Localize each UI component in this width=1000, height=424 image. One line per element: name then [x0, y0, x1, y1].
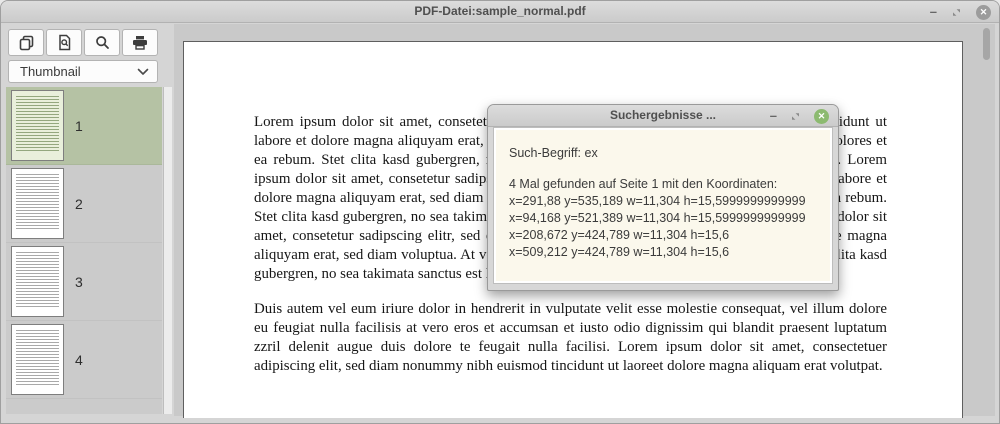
window-title: PDF-Datei:sample_normal.pdf [1, 4, 999, 18]
page-thumbnail-image [11, 168, 64, 239]
page-number: 1 [75, 118, 83, 134]
thumbnail-page-2[interactable]: 2 [6, 165, 162, 243]
search-results-dialog: Suchergebnisse ... – ✕ Such-Begriff: ex … [487, 104, 839, 291]
view-mode-dropdown[interactable]: Thumbnail [8, 60, 158, 83]
page-number: 2 [75, 196, 83, 212]
minimize-icon[interactable]: – [930, 1, 937, 23]
page-thumbnail-image [11, 324, 64, 395]
page-thumbnail-image [11, 90, 64, 161]
result-line: x=94,168 y=521,389 w=11,304 h=15,5999999… [509, 210, 830, 227]
document-scrollbar[interactable] [983, 28, 990, 60]
page-number: 4 [75, 352, 83, 368]
copy-pages-button[interactable] [8, 29, 44, 56]
toolbar [8, 29, 158, 56]
dialog-restore-icon[interactable] [790, 111, 801, 122]
close-icon[interactable]: ✕ [976, 5, 991, 20]
search-icon [94, 34, 111, 51]
thumbnail-page-4[interactable]: 4 [6, 321, 162, 399]
page-number: 3 [75, 274, 83, 290]
search-button[interactable] [84, 29, 120, 56]
view-mode-label: Thumbnail [20, 64, 137, 79]
thumbnail-list: 1 2 3 4 [6, 87, 162, 414]
pdf-viewer-window: PDF-Datei:sample_normal.pdf – ✕ [0, 0, 1000, 424]
dialog-titlebar[interactable]: Suchergebnisse ... – ✕ [488, 105, 838, 127]
result-line: x=208,672 y=424,789 w=11,304 h=15,6 [509, 227, 830, 244]
sidebar-scrollbar[interactable] [163, 87, 172, 414]
document-preview-button[interactable] [46, 29, 82, 56]
restore-icon[interactable] [951, 7, 962, 18]
thumbnail-page-3[interactable]: 3 [6, 243, 162, 321]
print-button[interactable] [122, 29, 158, 56]
copy-pages-icon [18, 34, 35, 51]
dialog-content: Such-Begriff: ex 4 Mal gefunden auf Seit… [494, 128, 832, 283]
sidebar: Thumbnail 1 2 3 4 [4, 24, 172, 416]
summary-line: 4 Mal gefunden auf Seite 1 mit den Koord… [509, 176, 830, 193]
result-line: x=291,88 y=535,189 w=11,304 h=15,5999999… [509, 193, 830, 210]
search-term-line: Such-Begriff: ex [509, 145, 830, 162]
thumbnail-page-1[interactable]: 1 [6, 87, 162, 165]
page-thumbnail-image [11, 246, 64, 317]
document-preview-icon [56, 34, 73, 51]
result-line: x=509,212 y=424,789 w=11,304 h=15,6 [509, 244, 830, 261]
chevron-down-icon [137, 63, 149, 81]
print-icon [131, 34, 149, 51]
dialog-close-icon[interactable]: ✕ [814, 109, 829, 124]
dialog-minimize-icon[interactable]: – [770, 105, 777, 127]
paragraph: Duis autem vel eum iriure dolor in hendr… [254, 300, 887, 376]
window-titlebar: PDF-Datei:sample_normal.pdf – ✕ [1, 1, 999, 23]
